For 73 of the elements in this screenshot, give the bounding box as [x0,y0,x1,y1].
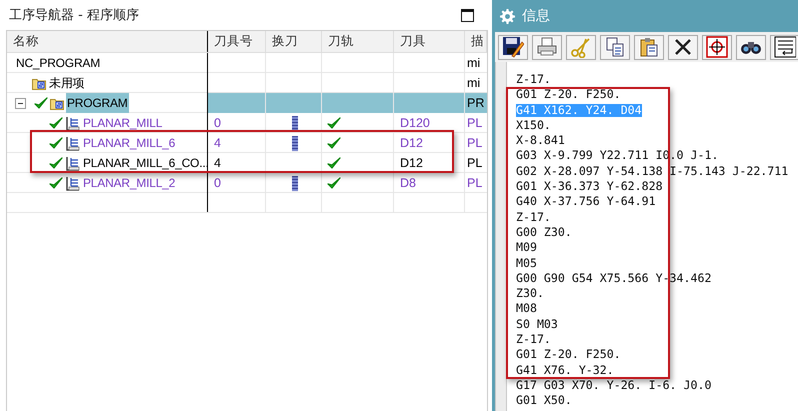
printer-icon [536,36,558,58]
table-cell: PL [467,156,482,170]
tree-item[interactable]: PLANAR_MILL_6 [82,136,176,150]
operation-icon [65,136,80,150]
save-icon [502,36,524,58]
operation-icon [65,116,80,130]
column-header[interactable]: 换刀 [266,31,322,52]
table-cell: D8 [400,176,416,190]
code-line: G01 Z-20. F250. [516,88,621,102]
table-cell: PL [467,136,482,150]
folder-icon [50,96,64,110]
table-cell: mi [467,56,480,70]
code-line: Z-17. [516,333,551,346]
tree-item[interactable]: 未用项 [48,74,86,92]
save-button[interactable] [498,34,528,60]
paste-button[interactable] [634,34,664,60]
code-line: G17 G03 X70. Y-26. I-6. J0.0 [516,378,712,392]
folder-icon [32,76,46,90]
window-title: 信息 [522,7,550,25]
code-line: G01 X50. [516,394,572,408]
code-line: M08 [516,302,537,316]
scissors-icon [570,36,592,58]
table-cell: D12 [400,156,423,170]
code-line: Z-17. [516,73,551,86]
column-header[interactable]: 名称 [7,31,208,52]
table-cell: 4 [214,136,221,150]
code-line: M09 [516,241,537,254]
tree-item[interactable]: NC_PROGRAM [15,56,102,70]
code-line: S0 M03 [516,318,558,331]
code-line: G40 X-37.756 Y-64.91 [516,195,656,208]
table-cell: 4 [214,156,221,170]
maximize-icon[interactable] [461,8,474,22]
crosshair-button[interactable] [702,34,732,60]
code-line: X-8.841 [516,134,565,148]
tree-item[interactable]: PLANAR_MILL [82,116,164,130]
close-button[interactable] [668,34,698,60]
tree-item[interactable]: PLANAR_MILL_2 [82,176,176,190]
paste-icon [638,36,660,58]
copy-button[interactable] [600,34,630,60]
code-line: X150. [516,118,551,132]
table-cell: mi [467,76,480,90]
collapse-icon[interactable] [15,98,26,108]
table-cell: 0 [214,176,221,190]
word-wrap-icon [774,36,796,58]
word-wrap-button[interactable] [770,34,798,60]
settings-icon [500,8,515,24]
table-cell: D120 [400,116,430,130]
table-cell: 0 [214,116,221,130]
code-line: G02 X-28.097 Y-54.138 I-75.143 J-22.711 [516,164,788,178]
binoculars-button[interactable] [736,34,766,60]
code-line: G41 X76. Y-32. [516,364,614,377]
column-header[interactable]: 刀轨 [322,31,394,52]
copy-icon [604,36,626,58]
panel-title: 工序导航器 - 程序顺序 [9,7,139,24]
table-cell: PL [467,116,482,130]
operation-icon [65,156,80,170]
column-header[interactable]: 刀具号 [208,31,266,52]
code-line: M05 [516,256,537,270]
column-header[interactable]: 刀具 [394,31,465,52]
table-cell: PR [467,96,484,110]
code-line: Z-17. [516,210,551,224]
code-line: Z30. [516,287,544,300]
code-line: G00 Z30. [516,226,572,239]
tree-item[interactable]: PROGRAM [66,93,129,113]
crosshair-icon [706,36,728,58]
table-cell: PL [467,176,482,190]
code-line: G01 Z-20. F250. [516,348,621,362]
table-cell: D12 [400,136,423,150]
operation-icon [65,176,80,190]
code-line: G01 X-36.373 Y-62.828 [516,180,663,194]
tree-item[interactable]: PLANAR_MILL_6_CO... [82,156,210,170]
printer-button[interactable] [532,34,562,60]
column-header[interactable]: 描 [465,31,487,52]
